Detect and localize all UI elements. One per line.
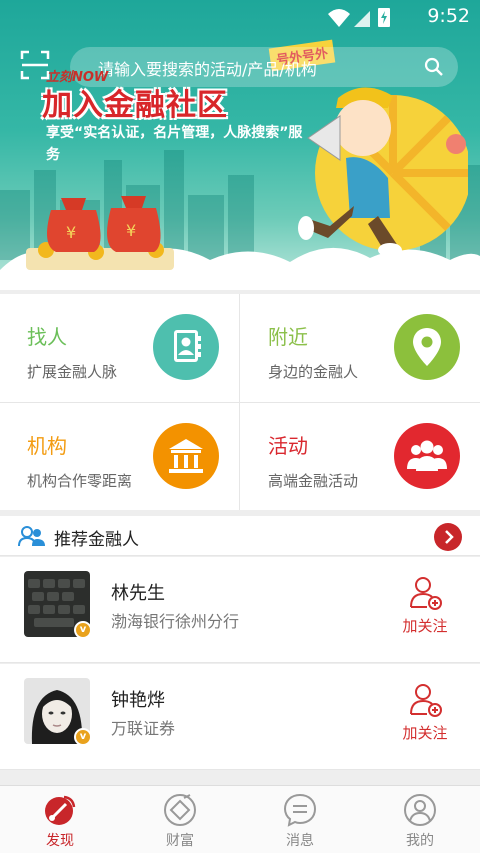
nav-messages[interactable]: 消息: [240, 786, 360, 853]
people-icon: [18, 526, 45, 547]
person-organization: 渤海银行徐州分行: [111, 612, 240, 631]
verified-badge-icon: v: [74, 728, 92, 746]
nav-discover[interactable]: 发现: [0, 786, 120, 853]
clock: 9:52: [427, 5, 470, 27]
mascot-illustration: [298, 87, 468, 257]
radar-icon: [45, 795, 76, 825]
bank-icon: [153, 423, 219, 489]
person-card[interactable]: v 林先生 渤海银行徐州分行 加关注: [0, 557, 480, 663]
grid-item-title: 活动: [268, 434, 308, 458]
grid-item-subtitle: 机构合作零距离: [27, 472, 133, 490]
svg-text:¥: ¥: [66, 223, 76, 242]
verified-badge-icon: v: [74, 621, 92, 639]
profile-icon: [404, 794, 436, 826]
group-icon: [394, 423, 460, 489]
follow-label: 加关注: [402, 617, 448, 635]
nav-label: 财富: [166, 833, 194, 849]
feature-grid: 找人 扩展金融人脉 附近 身边的金融人 机构 机构合作零距离 活动 高端金融活动: [0, 294, 480, 510]
grid-item-title: 找人: [27, 325, 67, 349]
nav-label: 我的: [406, 833, 434, 849]
follow-button[interactable]: 加关注: [400, 682, 450, 742]
banner-headline: 加入金融社区: [42, 88, 228, 123]
grid-item-title: 机构: [27, 434, 67, 458]
person-name: 林先生: [111, 583, 165, 604]
recommend-more-button[interactable]: [434, 523, 462, 551]
recommend-title: 推荐金融人: [54, 530, 139, 550]
add-user-icon: [410, 684, 442, 717]
search-icon[interactable]: [424, 57, 444, 77]
add-user-icon: [410, 577, 442, 610]
chevron-right-icon: [445, 530, 454, 544]
status-icons: [328, 8, 390, 27]
nav-label: 发现: [46, 833, 74, 849]
person-name: 钟艳烨: [111, 690, 165, 711]
search-input[interactable]: 请输入要搜索的活动/产品/机构: [98, 56, 317, 80]
contact-book-icon: [153, 314, 219, 380]
person-card[interactable]: v 钟艳烨 万联证券 加关注: [0, 664, 480, 770]
nav-label: 消息: [286, 833, 314, 849]
grid-item-nearby[interactable]: 附近 身边的金融人: [241, 294, 480, 401]
grid-item-institutions[interactable]: 机构 机构合作零距离: [0, 403, 239, 510]
bottom-navigation: 发现 财富 消息 我的: [0, 785, 480, 853]
money-bags-illustration: ¥ ¥: [26, 196, 174, 270]
grid-item-find-people[interactable]: 找人 扩展金融人脉: [0, 294, 239, 401]
nav-wealth[interactable]: 财富: [120, 786, 240, 853]
grid-item-subtitle: 身边的金融人: [268, 363, 359, 381]
signal-icon: [354, 11, 370, 27]
nav-profile[interactable]: 我的: [360, 786, 480, 853]
grid-item-title: 附近: [268, 325, 308, 349]
recommend-header[interactable]: 推荐金融人: [0, 516, 480, 556]
promo-banner[interactable]: 9:52 号外号外 请输入要搜索的活动/产品/机构 立刻NOW 加入金融社区 享…: [0, 0, 480, 290]
grid-item-subtitle: 高端金融活动: [268, 472, 359, 490]
diamond-icon: [164, 794, 196, 826]
banner-description: 享受“实名认证，名片管理，人脉搜索”服务: [46, 125, 303, 163]
chat-icon: [283, 793, 317, 827]
grid-item-subtitle: 扩展金融人脉: [27, 363, 118, 381]
wifi-icon: [328, 9, 350, 27]
person-organization: 万联证券: [111, 719, 176, 738]
grid-item-events[interactable]: 活动 高端金融活动: [241, 403, 480, 510]
follow-button[interactable]: 加关注: [400, 575, 450, 635]
svg-text:¥: ¥: [126, 221, 136, 240]
follow-label: 加关注: [402, 724, 448, 742]
location-pin-icon: [394, 314, 460, 380]
status-bar: 9:52: [0, 0, 480, 34]
